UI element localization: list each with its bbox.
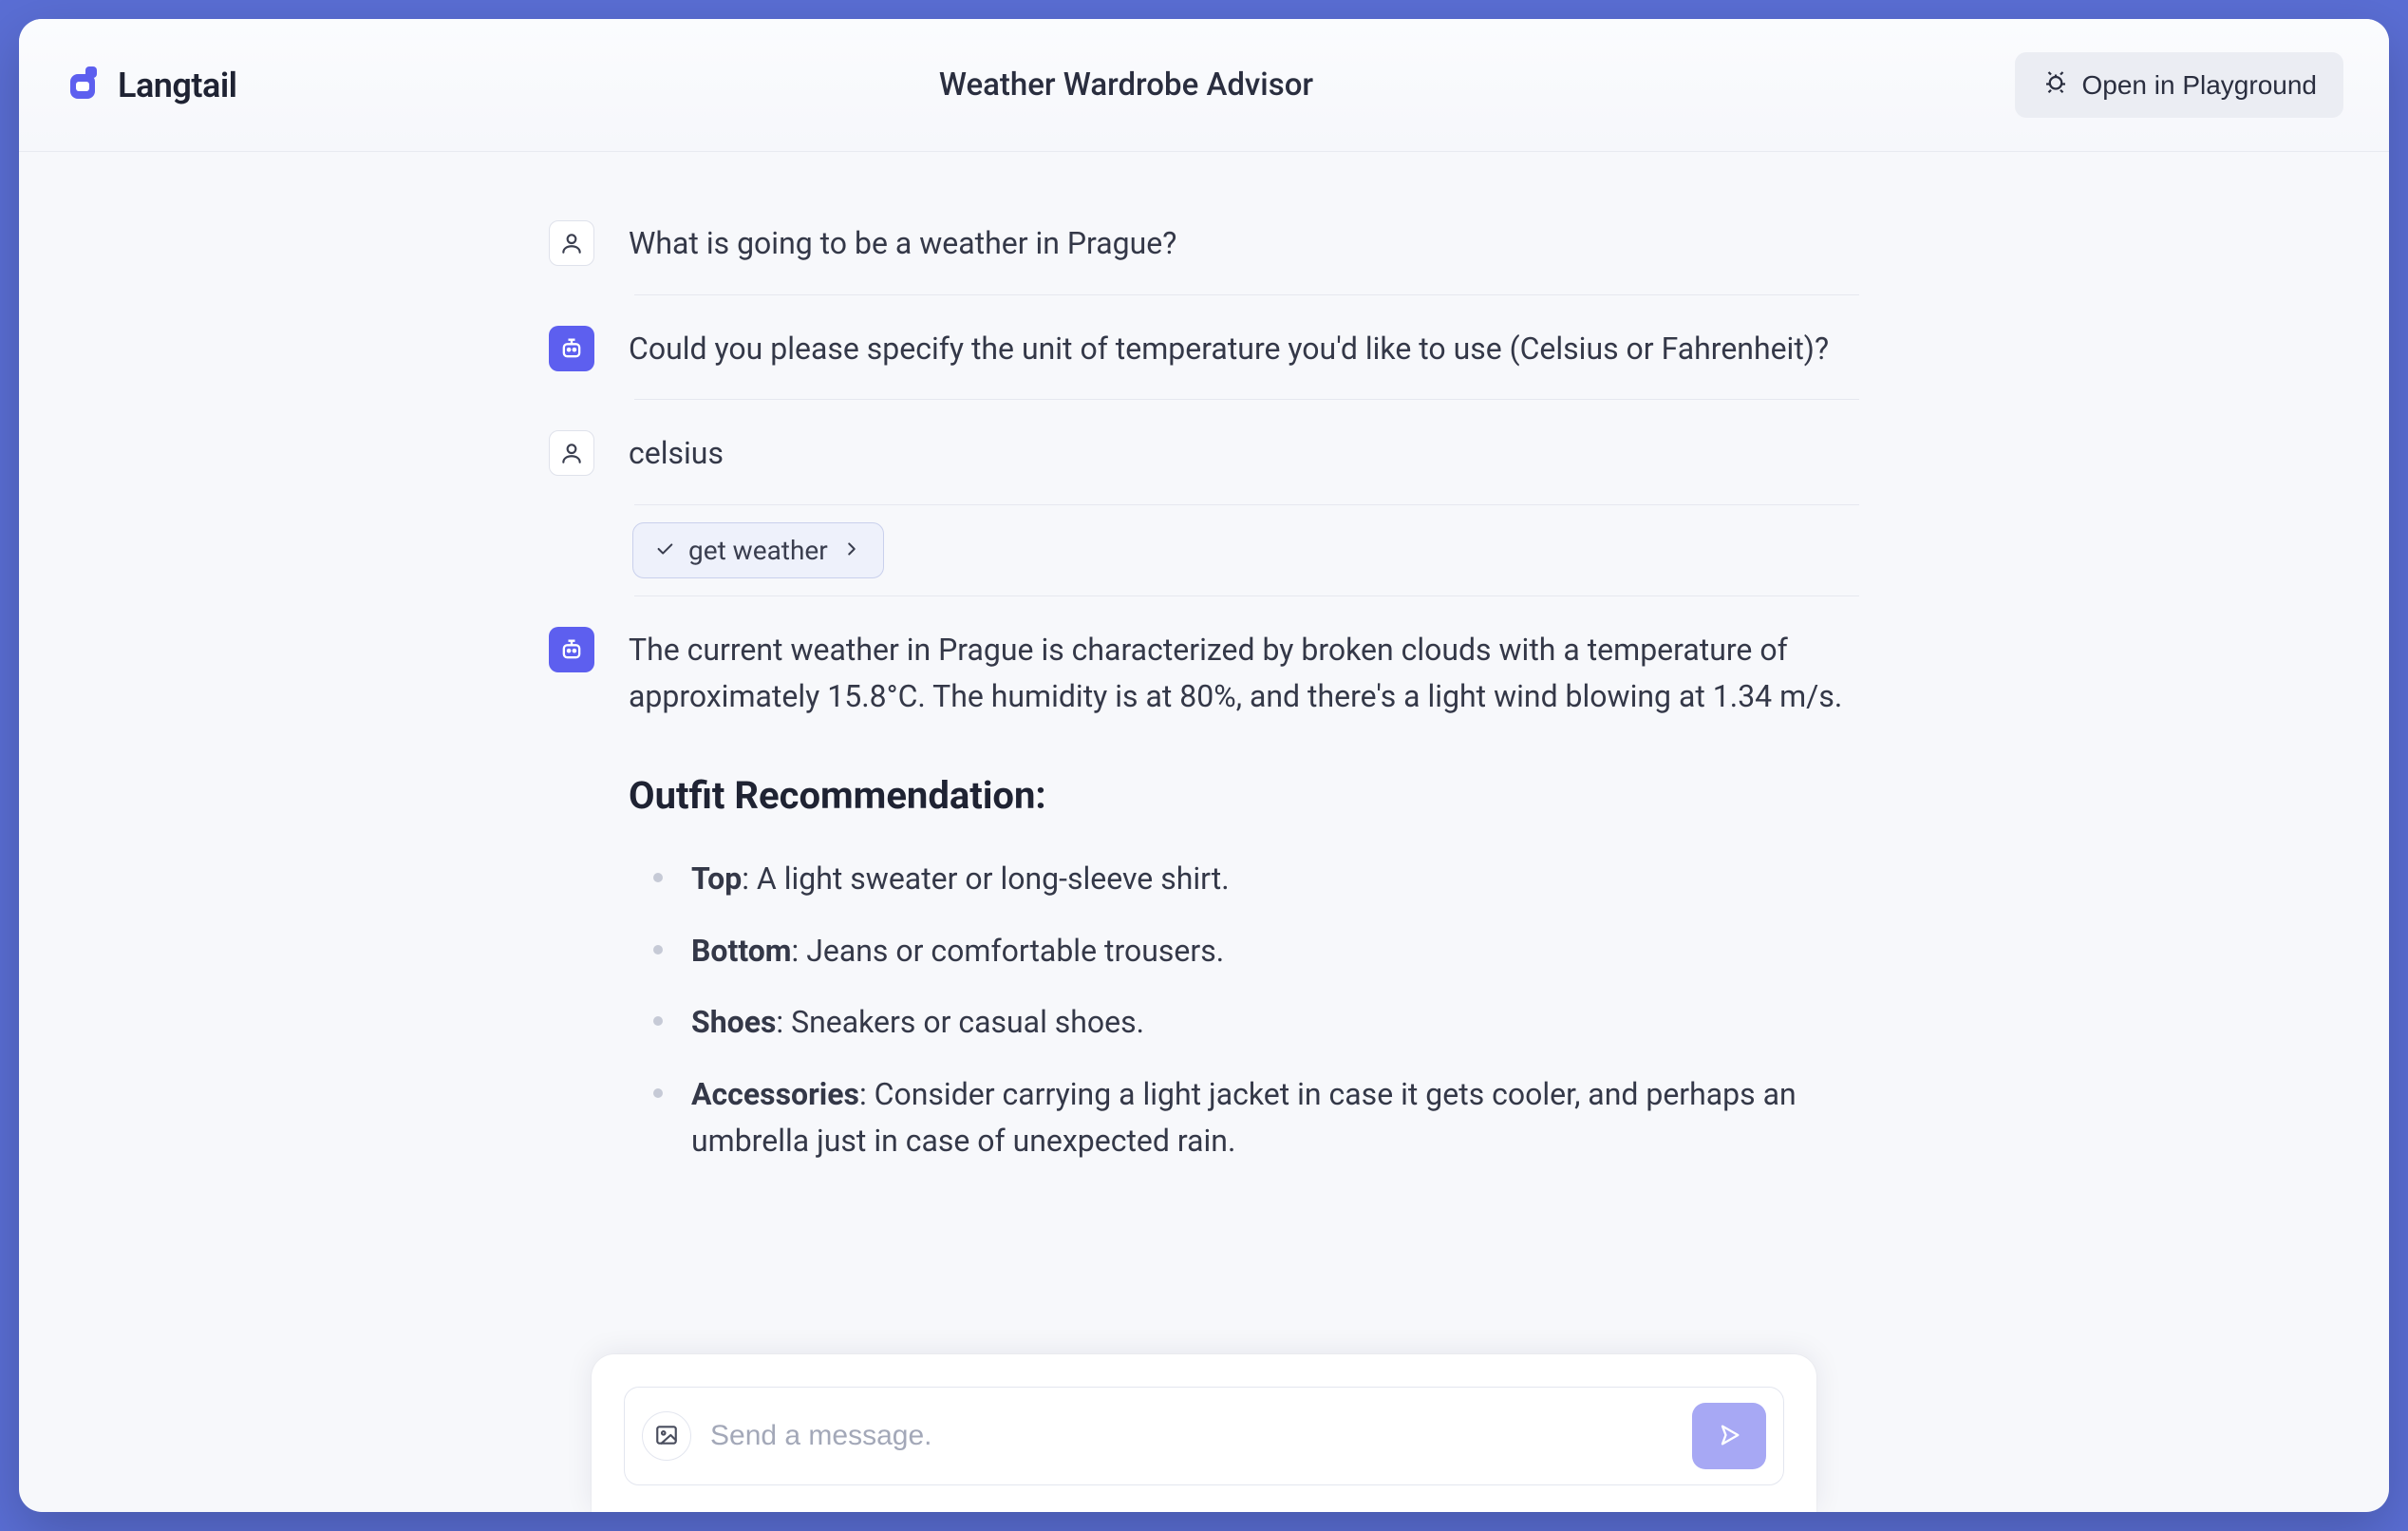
- brand-name: Langtail: [118, 66, 237, 105]
- list-item: Top: A light sweater or long-sleeve shir…: [653, 856, 1859, 903]
- tool-chip-get-weather[interactable]: get weather: [632, 522, 884, 578]
- bot-avatar-icon: [549, 326, 594, 371]
- message-text: The current weather in Prague is charact…: [629, 623, 1859, 1190]
- conversation: What is going to be a weather in Prague?…: [549, 190, 1859, 1217]
- page-title: Weather Wardrobe Advisor: [939, 66, 1313, 104]
- chevron-right-icon: [841, 535, 862, 566]
- image-icon: [654, 1423, 679, 1450]
- bot-avatar-icon: [549, 627, 594, 672]
- langtail-logo-icon: [65, 65, 106, 106]
- tool-call-row: get weather: [549, 505, 1859, 595]
- open-playground-button[interactable]: Open in Playground: [2015, 52, 2343, 118]
- list-item: Bottom: Jeans or comfortable trousers.: [653, 928, 1859, 975]
- message-row: celsius: [549, 400, 1859, 504]
- message-row: What is going to be a weather in Prague?: [549, 190, 1859, 294]
- message-row: Could you please specify the unit of tem…: [549, 295, 1859, 400]
- user-avatar-icon: [549, 220, 594, 266]
- send-icon: [1716, 1422, 1742, 1451]
- app-frame: Langtail Weather Wardrobe Advisor Open i…: [19, 19, 2389, 1512]
- brand-logo[interactable]: Langtail: [65, 65, 237, 106]
- send-button[interactable]: [1692, 1403, 1766, 1469]
- tool-chip-label: get weather: [688, 535, 828, 566]
- bug-play-icon: [2041, 67, 2070, 103]
- header: Langtail Weather Wardrobe Advisor Open i…: [19, 19, 2389, 152]
- check-icon: [654, 535, 675, 566]
- attach-image-button[interactable]: [642, 1411, 691, 1461]
- list-item: Shoes: Sneakers or casual shoes.: [653, 999, 1859, 1047]
- user-avatar-icon: [549, 430, 594, 476]
- composer: [624, 1387, 1784, 1485]
- open-playground-label: Open in Playground: [2081, 70, 2317, 101]
- message-text: celsius: [629, 426, 1859, 478]
- message-row: The current weather in Prague is charact…: [549, 596, 1859, 1217]
- recommendation-list: Top: A light sweater or long-sleeve shir…: [629, 856, 1859, 1165]
- composer-panel: [592, 1354, 1816, 1512]
- message-input[interactable]: [710, 1420, 1673, 1452]
- list-item: Accessories: Consider carrying a light j…: [653, 1071, 1859, 1165]
- weather-summary: The current weather in Prague is charact…: [629, 627, 1859, 721]
- conversation-scroll[interactable]: What is going to be a weather in Prague?…: [19, 152, 2389, 1512]
- recommendation-heading: Outfit Recommendation:: [629, 766, 1859, 825]
- message-text: What is going to be a weather in Prague?: [629, 217, 1859, 268]
- message-text: Could you please specify the unit of tem…: [629, 322, 1859, 373]
